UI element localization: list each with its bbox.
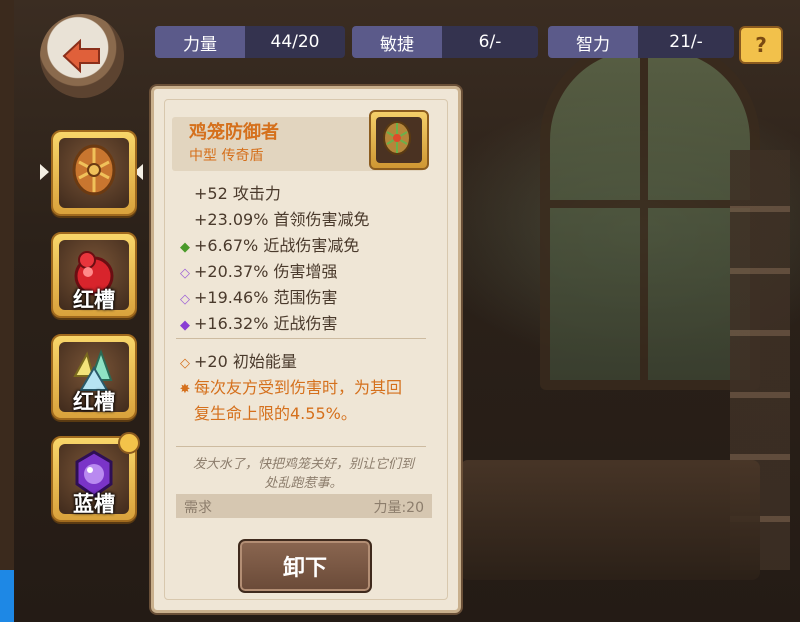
special-line-continued: 复生命上限的4.55%。 bbox=[194, 404, 357, 423]
stat-agility-label: 敏捷 bbox=[352, 26, 442, 58]
item-thumbnail bbox=[369, 110, 429, 170]
special-line: ✸ 每次友方受到伤害时，为其回 bbox=[178, 374, 402, 398]
stat-agility-value: 6/- bbox=[442, 26, 538, 58]
flavor-line: 发大水了，快把鸡笼关好，别让它们到 bbox=[192, 457, 414, 472]
back-button[interactable] bbox=[40, 14, 124, 98]
wrench-icon[interactable] bbox=[118, 432, 140, 454]
orange-diamond-outline-icon: ◇ bbox=[180, 356, 190, 371]
shield-icon bbox=[383, 121, 411, 155]
requirement-bar: 需求 力量:20 bbox=[176, 494, 432, 518]
base-stat-attack: +52 攻击力 bbox=[194, 184, 281, 203]
affix-text: +20.37% 伤害增强 bbox=[194, 262, 338, 281]
green-diamond-icon: ◆ bbox=[180, 240, 190, 255]
left-edge-accent bbox=[0, 570, 14, 622]
selection-arrow-left-icon bbox=[40, 164, 49, 180]
base-stat-boss-reduction: +23.09% 首领伤害减免 bbox=[194, 210, 370, 229]
affix-line: ◇ +20.37% 伤害增强 bbox=[178, 258, 338, 282]
stat-agility: 敏捷 6/- bbox=[352, 26, 538, 58]
purple-diamond-outline-icon: ◇ bbox=[180, 266, 190, 281]
unequip-button[interactable]: 卸下 bbox=[238, 539, 372, 593]
stat-intelligence: 智力 21/- bbox=[548, 26, 734, 58]
stat-strength-label: 力量 bbox=[155, 26, 245, 58]
purple-diamond-icon: ◆ bbox=[180, 318, 190, 333]
help-button[interactable]: ? bbox=[739, 26, 783, 64]
affix-text: +6.67% 近战伤害减免 bbox=[194, 236, 360, 255]
slot-label: 红槽 bbox=[73, 390, 115, 414]
special-text: 每次友方受到伤害时，为其回 bbox=[194, 378, 403, 397]
back-arrow-icon bbox=[62, 38, 100, 74]
stat-strength-value: 44/20 bbox=[245, 26, 345, 58]
affix-line: ◇ +19.46% 范围伤害 bbox=[178, 284, 338, 308]
flavor-text: 发大水了，快把鸡笼关好，别让它们到 处乱跑惹事。 bbox=[176, 455, 431, 493]
stat-strength: 力量 44/20 bbox=[155, 26, 345, 58]
item-type: 中型 传奇盾 bbox=[189, 148, 264, 164]
affix-text: +19.46% 范围伤害 bbox=[194, 288, 338, 307]
slot-label: 红槽 bbox=[73, 288, 115, 312]
red-slot-2[interactable]: 红槽 bbox=[51, 334, 137, 420]
orange-star-icon: ✸ bbox=[179, 382, 191, 397]
affix-text: +16.32% 近战伤害 bbox=[194, 314, 338, 333]
requirement-value: 力量:20 bbox=[373, 500, 424, 516]
shield-icon bbox=[72, 144, 116, 196]
requirement-label: 需求 bbox=[184, 500, 212, 516]
help-book-icon: ? bbox=[755, 33, 767, 57]
divider bbox=[176, 338, 426, 339]
flavor-line: 处乱跑惹事。 bbox=[264, 476, 343, 491]
red-slot-1[interactable]: 红槽 bbox=[51, 232, 137, 318]
background-window bbox=[540, 40, 760, 390]
purple-diamond-outline-icon: ◇ bbox=[180, 292, 190, 307]
slot-label: 蓝槽 bbox=[73, 492, 115, 516]
left-edge-strip bbox=[0, 0, 14, 622]
divider bbox=[176, 446, 426, 447]
shield-slot[interactable] bbox=[51, 130, 137, 216]
background-table bbox=[460, 460, 760, 580]
stat-intelligence-label: 智力 bbox=[548, 26, 638, 58]
affix-line: ◆ +6.67% 近战伤害减免 bbox=[178, 232, 359, 256]
stat-intelligence-value: 21/- bbox=[638, 26, 734, 58]
item-name: 鸡笼防御者 bbox=[189, 122, 279, 143]
special-text: +20 初始能量 bbox=[194, 352, 297, 371]
special-line: ◇ +20 初始能量 bbox=[178, 348, 297, 372]
affix-line: ◆ +16.32% 近战伤害 bbox=[178, 310, 338, 334]
